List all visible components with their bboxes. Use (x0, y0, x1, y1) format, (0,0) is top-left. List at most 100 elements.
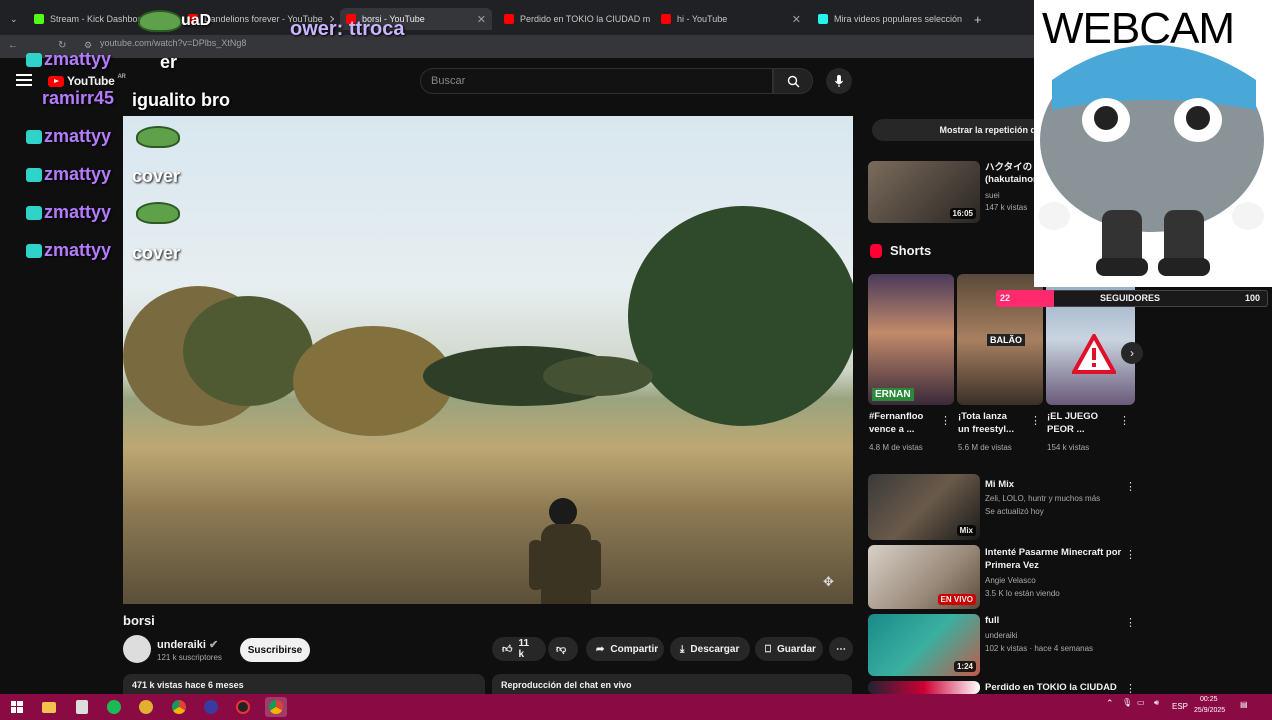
voice-search-button[interactable] (826, 68, 852, 94)
tab-search-button[interactable]: ⌄ (4, 8, 24, 30)
chat-replay-panel[interactable]: Reproducción del chat en vivo (492, 674, 852, 696)
short-title-line[interactable]: #Fernanfloo (869, 411, 923, 423)
short-title-line[interactable]: un freestyl... (958, 424, 1014, 436)
close-tab-icon[interactable]: ✕ (477, 13, 486, 26)
subscribe-button[interactable]: Suscribirse (240, 638, 310, 662)
language-indicator[interactable]: ESP (1172, 702, 1188, 711)
video-meta: 147 k vistas (985, 203, 1028, 212)
video-title-line[interactable]: Primera Vez (985, 560, 1039, 572)
video-title-line[interactable]: Mi Mix (985, 479, 1014, 491)
search-button[interactable] (773, 68, 813, 94)
video-title-line[interactable]: ハクタイの (985, 162, 1032, 174)
channel-avatar[interactable] (123, 635, 151, 663)
shorts-next-button[interactable]: › (1121, 342, 1143, 364)
video-thumbnail[interactable]: 16:05 (868, 161, 980, 223)
like-button[interactable]: 👍︎ 11 k (492, 637, 546, 661)
network-icon[interactable]: ▭ (1137, 698, 1145, 707)
video-title-line[interactable]: Intenté Pasarme Minecraft por (985, 547, 1121, 559)
search-icon (787, 75, 799, 87)
person-figure (529, 498, 601, 604)
spotify-icon[interactable] (103, 697, 125, 717)
chat-username-text: zmattyy (44, 240, 112, 260)
obs-icon[interactable] (200, 697, 222, 717)
download-button[interactable]: ⤓ Descargar (670, 637, 750, 661)
shorts-heading-text: Shorts (890, 243, 932, 258)
video-thumbnail[interactable]: EN VIVO (868, 545, 980, 609)
video-thumbnail[interactable]: 1:24 (868, 614, 980, 676)
volume-icon[interactable]: 🔊︎ (1154, 698, 1159, 708)
short-title-line[interactable]: ¡Tota lanza (958, 411, 1007, 423)
app-icon[interactable] (135, 697, 157, 717)
more-vertical-icon[interactable]: ⋮ (1119, 414, 1130, 427)
short-title-line[interactable]: PEOR ... (1047, 424, 1084, 436)
video-channel[interactable]: underaiki (985, 630, 1017, 641)
video-channel[interactable]: suei (985, 190, 1000, 201)
browser-tab[interactable]: Mira videos populares selección ✕ (812, 8, 964, 30)
video-title-line[interactable]: Perdido en TOKIO la CIUDAD (985, 682, 1117, 694)
more-vertical-icon[interactable]: ⋮ (1125, 480, 1136, 493)
chrome-icon[interactable] (168, 697, 190, 717)
move-cursor-icon: ✥ (823, 574, 834, 589)
chevron-up-icon[interactable]: ⌃ (1106, 698, 1114, 709)
video-thumbnail[interactable]: Mix (868, 474, 980, 540)
share-label: Compartir (610, 643, 659, 655)
follower-label: SEGUIDORES (1100, 293, 1161, 303)
url-text[interactable]: youtube.com/watch?v=DPlbs_XtNg8 (100, 38, 246, 48)
new-tab-button[interactable]: + (968, 8, 988, 30)
short-thumbnail[interactable]: ERNAN (868, 274, 954, 405)
video-title-line[interactable]: full (985, 615, 999, 627)
video-player[interactable]: ✥ (123, 116, 853, 604)
short-overlay-text: BALÃO (987, 334, 1025, 346)
video-meta: 3.5 K lo están viendo (985, 589, 1060, 598)
chat-username-text: zmattyy (44, 126, 112, 146)
share-button[interactable]: ➦ Compartir (586, 637, 664, 661)
browser-tab[interactable]: Perdido en TOKIO la CIUDAD m ✕ (498, 8, 650, 30)
file-explorer-icon[interactable] (38, 697, 60, 717)
youtube-logo[interactable]: YouTube AR (48, 74, 126, 88)
microphone-tray-icon[interactable]: 🎙︎ (1122, 698, 1132, 707)
video-title-line[interactable]: (hakutainon (985, 174, 1039, 186)
more-actions-button[interactable]: ⋯ (829, 637, 853, 661)
more-vertical-icon[interactable]: ⋮ (1030, 414, 1041, 427)
download-label: Descargar (690, 643, 740, 655)
kick-favicon-icon (34, 14, 44, 24)
calculator-icon[interactable] (71, 697, 93, 717)
windows-start-icon[interactable] (6, 697, 28, 717)
save-button[interactable]: ⎕ Guardar (755, 637, 823, 661)
record-app-icon[interactable] (232, 697, 254, 717)
tree (543, 356, 653, 396)
shorts-heading: Shorts (870, 243, 931, 258)
chrome-active-icon[interactable] (265, 697, 287, 717)
clock-time[interactable]: 00:25 (1200, 696, 1218, 703)
search-input[interactable]: Buscar (420, 68, 773, 94)
description-box[interactable]: 471 k vistas hace 6 meses (123, 674, 485, 696)
youtube-play-icon (48, 75, 64, 87)
video-thumbnail[interactable] (868, 681, 980, 694)
short-title-line[interactable]: vence a ... (869, 424, 914, 436)
pepe-emote-icon (138, 10, 182, 32)
show-chat-replay-button[interactable]: Mostrar la repetición d (872, 119, 1042, 141)
more-vertical-icon[interactable]: ⋮ (1125, 616, 1136, 629)
badge-icon (26, 130, 42, 145)
more-vertical-icon[interactable]: ⋮ (1125, 548, 1136, 561)
close-tab-icon[interactable]: ✕ (792, 13, 801, 26)
subscriber-count: 121 k suscriptores (157, 653, 222, 662)
chat-username: zmattyy (26, 240, 111, 261)
logo-region: AR (117, 74, 126, 80)
plus-icon: + (974, 11, 982, 27)
more-vertical-icon[interactable]: ⋮ (940, 414, 951, 427)
menu-icon[interactable] (16, 74, 32, 86)
browser-tab[interactable]: hi - YouTube ✕ (655, 8, 807, 30)
video-channel[interactable]: Angie Velasco (985, 575, 1036, 586)
short-title-line[interactable]: ¡EL JUEGO (1047, 411, 1098, 423)
chat-message: igualito bro (132, 90, 230, 110)
dislike-button[interactable]: 👎︎ (548, 637, 578, 661)
badge-icon (26, 206, 42, 221)
notifications-icon[interactable]: ▤ (1240, 700, 1248, 709)
channel-name[interactable]: underaiki ✔ (157, 638, 218, 651)
back-icon[interactable]: ← (8, 40, 18, 51)
chat-username: zmattyy (26, 202, 111, 223)
short-views: 154 k vistas (1047, 443, 1090, 452)
video-channel[interactable]: Zeli, LOLO, huntr y muchos más (985, 493, 1100, 504)
clock-date[interactable]: 25/9/2025 (1194, 707, 1225, 714)
